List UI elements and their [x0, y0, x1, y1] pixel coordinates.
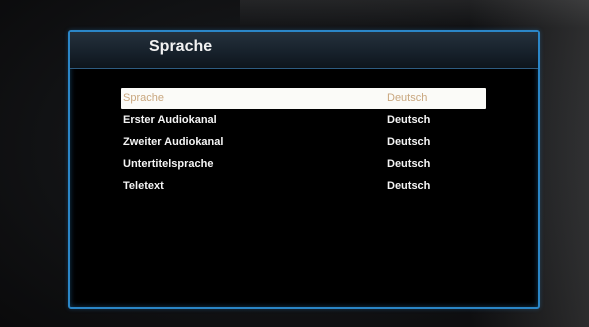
setting-label: Sprache [123, 92, 164, 104]
setting-row-teletext[interactable]: Teletext Deutsch [121, 176, 486, 197]
setting-value: Deutsch [387, 114, 431, 126]
setting-value: Deutsch [387, 136, 431, 148]
setting-row-zweiter-audiokanal[interactable]: Zweiter Audiokanal Deutsch [121, 132, 486, 153]
setting-value: Deutsch [387, 158, 431, 170]
setting-value: Deutsch [387, 180, 431, 192]
setting-label: Untertitelsprache [123, 158, 214, 170]
tv-screen: Sprache Sprache Deutsch Erster Audiokana… [0, 0, 589, 327]
menu-header: Sprache [70, 32, 538, 69]
setting-label: Zweiter Audiokanal [123, 136, 224, 148]
screen-glare [240, 0, 589, 28]
setting-row-untertitelsprache[interactable]: Untertitelsprache Deutsch [121, 154, 486, 175]
setting-value: Deutsch [387, 92, 428, 104]
setting-row-sprache[interactable]: Sprache Deutsch [121, 88, 486, 109]
setting-row-erster-audiokanal[interactable]: Erster Audiokanal Deutsch [121, 110, 486, 131]
language-menu-panel: Sprache Sprache Deutsch Erster Audiokana… [68, 30, 540, 309]
menu-title: Sprache [149, 38, 213, 55]
setting-label: Teletext [123, 180, 164, 192]
setting-label: Erster Audiokanal [123, 114, 217, 126]
settings-list: Sprache Deutsch Erster Audiokanal Deutsc… [121, 88, 486, 198]
